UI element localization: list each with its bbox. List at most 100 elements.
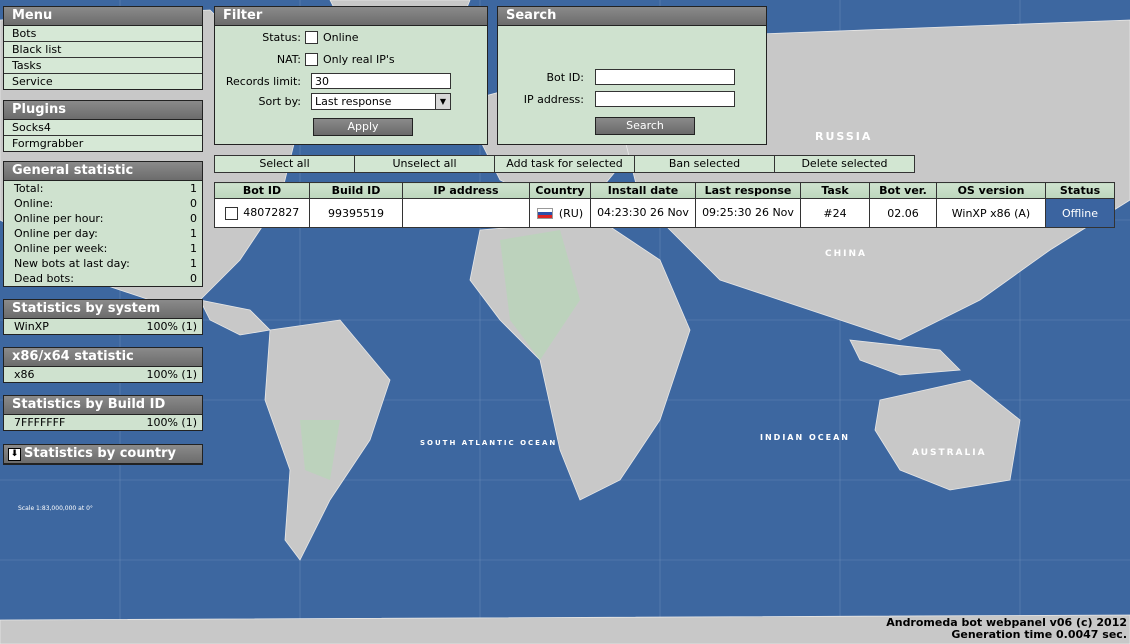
bots-table: Bot ID Build ID IP address Country Insta… — [214, 182, 1115, 228]
col-country[interactable]: Country — [529, 182, 591, 199]
install-date-cell: 04:23:30 26 Nov — [590, 198, 696, 228]
map-scale-label: Scale 1:83,000,000 at 0° — [18, 505, 93, 512]
records-limit-input[interactable]: 30 — [311, 73, 451, 89]
os-cell: WinXP x86 (A) — [936, 198, 1046, 228]
table-row[interactable]: 48072827 99395519 (RU) 04:23:30 26 Nov 0… — [214, 198, 1115, 228]
unselect-all-button[interactable]: Unselect all — [354, 155, 495, 173]
col-build-id[interactable]: Build ID — [309, 182, 403, 199]
select-all-button[interactable]: Select all — [214, 155, 355, 173]
online-checkbox[interactable] — [305, 31, 318, 44]
online-label: Online — [323, 31, 359, 44]
arch-stats-panel: x86/x64 statistic x86 100% (1) — [3, 347, 203, 383]
footer: Andromeda bot webpanel v06 (c) 2012 Gene… — [886, 617, 1127, 641]
filter-panel: Filter Status: Online NAT: Only real IP'… — [214, 6, 488, 145]
search-panel: Search Bot ID: IP address: Search — [497, 6, 767, 145]
search-title: Search — [498, 7, 766, 26]
col-task[interactable]: Task — [800, 182, 870, 199]
country-cell: (RU) — [529, 198, 591, 228]
map-label-russia: RUSSIA — [815, 130, 872, 143]
real-ip-label: Only real IP's — [323, 53, 395, 66]
stat-value: 0 — [190, 272, 197, 285]
col-os-version[interactable]: OS version — [936, 182, 1046, 199]
stat-label: Online per week: — [14, 242, 108, 255]
col-install-date[interactable]: Install date — [590, 182, 696, 199]
plugins-title: Plugins — [4, 101, 202, 120]
general-stats-title: General statistic — [4, 162, 202, 181]
stat-row: x86 100% (1) — [4, 367, 202, 382]
build-stats-panel: Statistics by Build ID 7FFFFFFF 100% (1) — [3, 395, 203, 431]
bot-id-cell: 48072827 — [214, 198, 310, 228]
stat-row: New bots at last day: 1 — [4, 256, 202, 271]
search-button[interactable]: Search — [595, 117, 695, 135]
filter-title: Filter — [215, 7, 487, 26]
system-stats-panel: Statistics by system WinXP 100% (1) — [3, 299, 203, 335]
stat-value: 100% (1) — [146, 368, 197, 381]
map-label-australia: AUSTRALIA — [912, 448, 987, 458]
general-stats-panel: General statistic Total: 1 Online: 0 Onlin… — [3, 161, 203, 287]
country-stats-panel[interactable]: ⬇ Statistics by country — [3, 444, 203, 465]
menu-item-tasks[interactable]: Tasks — [4, 58, 202, 74]
records-limit-label: Records limit: — [225, 74, 301, 88]
arrow-down-icon[interactable]: ⬇ — [8, 447, 21, 461]
ban-selected-button[interactable]: Ban selected — [634, 155, 775, 173]
stat-row: Total: 1 — [4, 181, 202, 196]
ip-address-input[interactable] — [595, 91, 735, 107]
stat-label: Dead bots: — [14, 272, 74, 285]
bot-ver-cell: 02.06 — [869, 198, 937, 228]
bot-id-input[interactable] — [595, 69, 735, 85]
stat-value: 1 — [190, 242, 197, 255]
stat-value: 100% (1) — [146, 416, 197, 429]
stat-value: 1 — [190, 257, 197, 270]
stat-value: 1 — [190, 182, 197, 195]
stat-row: Online per day: 1 — [4, 226, 202, 241]
stat-label: Online per hour: — [14, 212, 104, 225]
country-value: (RU) — [558, 206, 584, 220]
delete-selected-button[interactable]: Delete selected — [774, 155, 915, 173]
stat-row: Online per hour: 0 — [4, 211, 202, 226]
bulk-actions-bar: Select all Unselect all Add task for sel… — [214, 155, 915, 173]
menu-item-service[interactable]: Service — [4, 74, 202, 89]
real-ip-checkbox[interactable] — [305, 53, 318, 66]
chevron-down-icon[interactable]: ▼ — [435, 94, 450, 109]
stat-row: Dead bots: 0 — [4, 271, 202, 286]
sort-by-label: Sort by: — [258, 95, 301, 108]
status-badge: Offline — [1045, 198, 1115, 228]
apply-button[interactable]: Apply — [313, 118, 413, 136]
stat-label: x86 — [14, 368, 35, 381]
sort-by-select[interactable]: Last response ▼ — [311, 93, 451, 110]
stat-label: 7FFFFFFF — [14, 416, 66, 429]
russia-flag-icon — [536, 208, 553, 219]
stat-label: Online: — [14, 197, 54, 210]
task-cell: #24 — [800, 198, 870, 228]
menu-title: Menu — [4, 7, 202, 26]
map-label-china: CHINA — [825, 249, 867, 259]
col-last-response[interactable]: Last response — [695, 182, 801, 199]
menu-item-black-list[interactable]: Black list — [4, 42, 202, 58]
stat-row: 7FFFFFFF 100% (1) — [4, 415, 202, 430]
ip-address-label: IP address: — [523, 92, 584, 106]
col-bot-ver[interactable]: Bot ver. — [869, 182, 937, 199]
menu-item-bots[interactable]: Bots — [4, 26, 202, 42]
stat-row: WinXP 100% (1) — [4, 319, 202, 334]
stat-label: Online per day: — [14, 227, 98, 240]
build-stats-title: Statistics by Build ID — [4, 396, 202, 415]
plugin-item-socks4[interactable]: Socks4 — [4, 120, 202, 136]
footer-generation-time: Generation time 0.0047 sec. — [951, 628, 1127, 641]
sort-by-value: Last response — [315, 95, 392, 108]
add-task-button[interactable]: Add task for selected — [494, 155, 635, 173]
bot-id-value: 48072827 — [243, 206, 300, 220]
row-select-checkbox[interactable] — [224, 206, 238, 220]
plugin-item-formgrabber[interactable]: Formgrabber — [4, 136, 202, 151]
col-status[interactable]: Status — [1045, 182, 1115, 199]
stat-label: WinXP — [14, 320, 49, 333]
map-label-indian-ocean: INDIAN OCEAN — [760, 433, 850, 442]
stat-value: 100% (1) — [146, 320, 197, 333]
stat-label: Total: — [14, 182, 44, 195]
stat-label: New bots at last day: — [14, 257, 130, 270]
ip-cell — [402, 198, 530, 228]
nat-label: NAT: — [276, 53, 301, 66]
country-stats-header[interactable]: ⬇ Statistics by country — [4, 445, 202, 464]
col-ip-address[interactable]: IP address — [402, 182, 530, 199]
last-response-cell: 09:25:30 26 Nov — [695, 198, 801, 228]
col-bot-id[interactable]: Bot ID — [214, 182, 310, 199]
